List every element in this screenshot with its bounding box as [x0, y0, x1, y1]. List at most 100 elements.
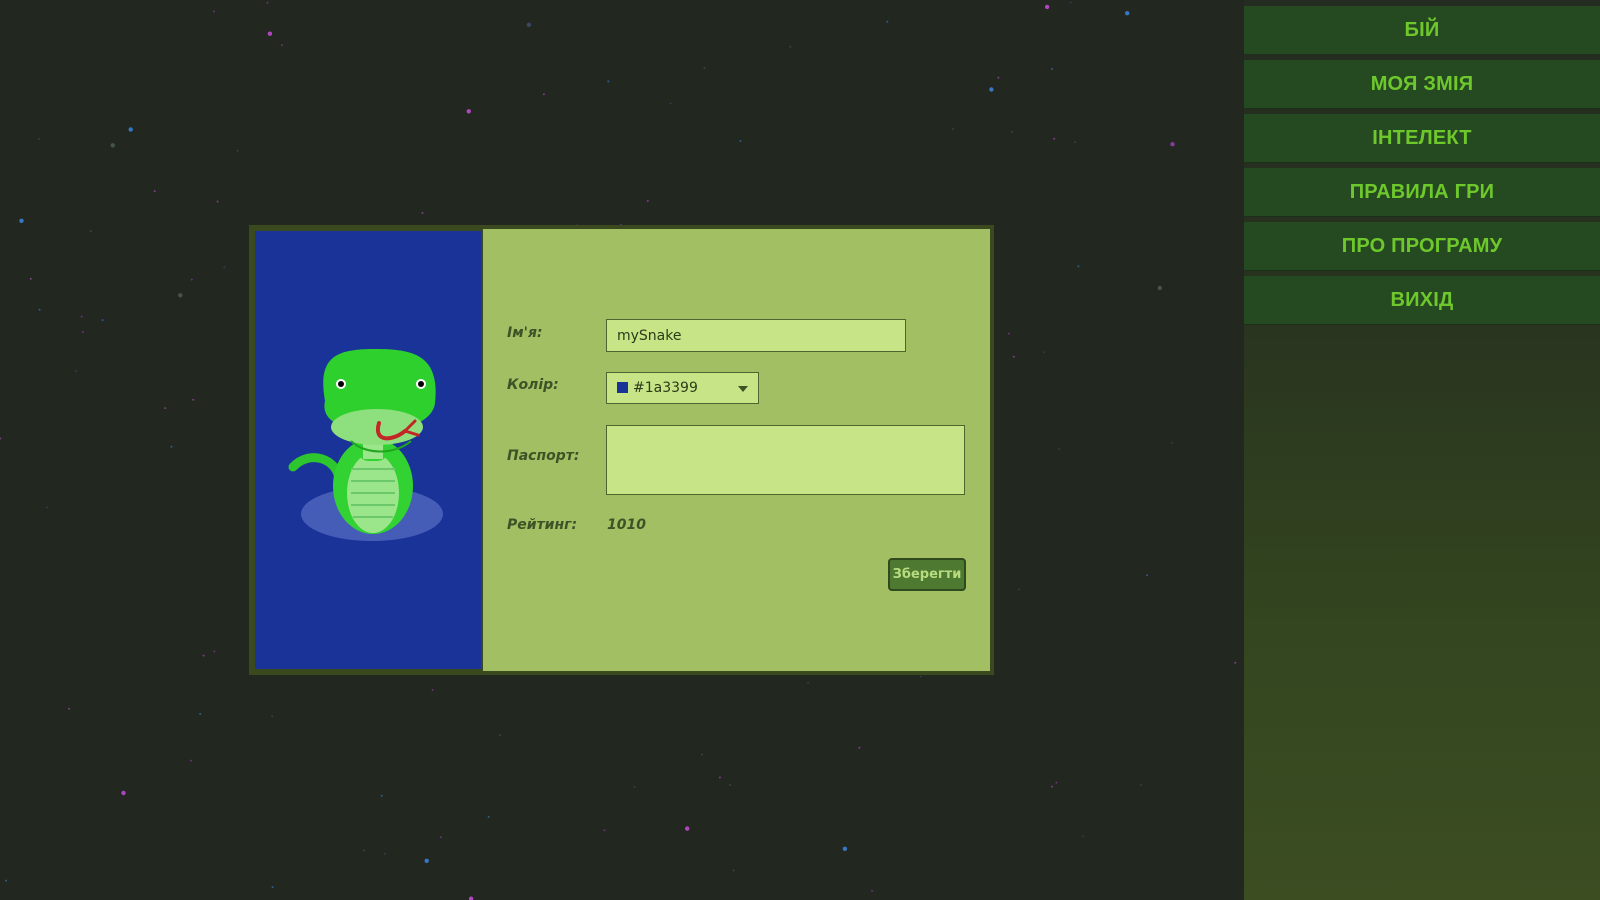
chevron-down-icon[interactable] — [738, 386, 748, 392]
star — [271, 886, 274, 889]
star — [703, 66, 706, 69]
star — [5, 879, 7, 882]
passport-label: Паспорт: — [507, 448, 580, 464]
star — [842, 846, 848, 851]
star — [223, 266, 226, 269]
color-swatch — [617, 382, 628, 393]
star — [1157, 285, 1163, 291]
star — [1077, 265, 1080, 268]
star — [380, 794, 383, 797]
star — [542, 93, 545, 96]
save-button[interactable]: Зберегти — [888, 558, 966, 591]
star — [101, 319, 104, 322]
star — [46, 506, 48, 509]
star — [1051, 785, 1053, 788]
name-input[interactable] — [606, 319, 906, 352]
menu-item-about[interactable]: ПРО ПРОГРАМУ — [1244, 222, 1600, 271]
color-value: #1a3399 — [633, 380, 698, 396]
star — [685, 826, 690, 831]
star — [128, 127, 133, 132]
star — [266, 1, 269, 4]
star — [236, 149, 239, 152]
menu-item-intellect[interactable]: ІНТЕЛЕКТ — [1244, 114, 1600, 163]
star — [38, 138, 40, 140]
star — [153, 190, 156, 193]
main-menu: БІЙ МОЯ ЗМІЯ ІНТЕЛЕКТ ПРАВИЛА ГРИ ПРО ПР… — [1244, 6, 1600, 330]
star — [1170, 142, 1175, 147]
star — [213, 650, 216, 653]
star — [424, 858, 429, 863]
snake-profile-card: Ім'я: Колір: #1a3399 Паспорт: Рейтинг: 1… — [249, 225, 994, 675]
menu-item-game-rules[interactable]: ПРАВИЛА ГРИ — [1244, 168, 1600, 217]
star — [178, 293, 183, 298]
star — [89, 230, 92, 233]
star — [68, 707, 71, 710]
star — [466, 109, 471, 114]
star — [362, 849, 365, 852]
star — [526, 22, 532, 27]
star — [431, 689, 434, 691]
star — [1074, 141, 1077, 144]
star — [1050, 67, 1053, 70]
star — [1053, 137, 1056, 140]
star — [646, 199, 649, 202]
star — [1146, 574, 1149, 577]
star — [1058, 448, 1061, 450]
star — [633, 785, 636, 788]
star — [439, 836, 442, 839]
star — [280, 44, 283, 47]
color-label: Колір: — [507, 377, 559, 393]
star — [1170, 441, 1173, 444]
star — [121, 790, 126, 796]
snake-portrait — [255, 231, 481, 669]
star — [739, 139, 742, 142]
color-select[interactable]: #1a3399 — [606, 372, 759, 404]
star — [110, 143, 116, 148]
star — [1125, 11, 1130, 16]
star — [871, 889, 874, 892]
menu-item-exit[interactable]: ВИХІД — [1244, 276, 1600, 325]
star — [1140, 783, 1143, 786]
star — [190, 759, 193, 762]
menu-item-my-snake[interactable]: МОЯ ЗМІЯ — [1244, 60, 1600, 109]
star — [170, 445, 173, 448]
star — [421, 212, 424, 214]
star — [29, 277, 32, 280]
star — [498, 734, 501, 737]
star — [0, 437, 2, 440]
star — [1011, 130, 1014, 133]
star — [789, 45, 792, 48]
star — [1234, 661, 1237, 664]
star — [216, 200, 219, 203]
star — [807, 681, 810, 684]
star — [213, 10, 215, 13]
menu-item-battle[interactable]: БІЙ — [1244, 6, 1600, 55]
star — [202, 654, 205, 657]
star — [1012, 355, 1015, 358]
star — [164, 407, 167, 410]
star — [603, 829, 606, 832]
rating-value: 1010 — [607, 517, 646, 533]
star — [19, 218, 24, 223]
star — [701, 753, 704, 756]
star — [858, 746, 861, 749]
star — [1007, 332, 1010, 335]
star — [487, 815, 490, 818]
snake-icon — [288, 349, 443, 541]
passport-input[interactable] — [606, 425, 965, 495]
star — [607, 80, 610, 83]
star — [1044, 4, 1050, 10]
star — [38, 308, 41, 311]
rating-label: Рейтинг: — [507, 517, 578, 533]
star — [886, 20, 889, 23]
star — [718, 776, 721, 779]
star — [75, 370, 78, 372]
star — [952, 128, 954, 130]
star — [1082, 835, 1084, 838]
name-label: Ім'я: — [507, 325, 543, 341]
star — [919, 675, 922, 678]
star — [190, 278, 193, 281]
star — [192, 398, 195, 401]
star — [199, 712, 202, 715]
main-menu-sidebar: БІЙ МОЯ ЗМІЯ ІНТЕЛЕКТ ПРАВИЛА ГРИ ПРО ПР… — [1244, 0, 1600, 900]
